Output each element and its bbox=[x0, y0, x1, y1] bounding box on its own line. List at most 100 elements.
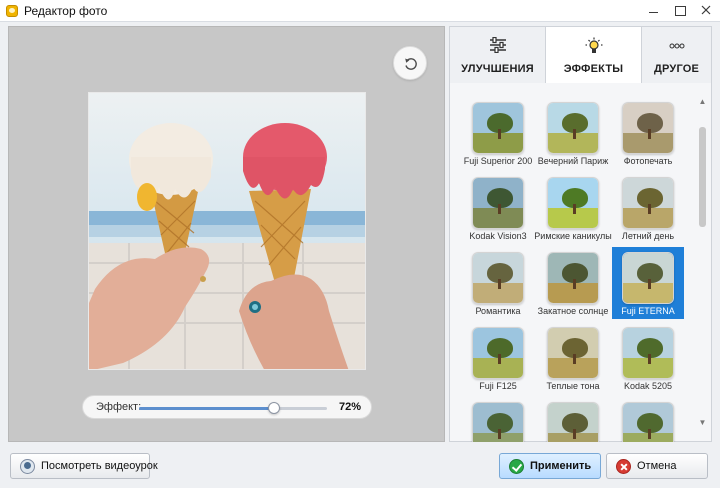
app-icon bbox=[6, 5, 18, 17]
effect-item[interactable]: Kodak 5205 bbox=[612, 322, 684, 394]
effect-item[interactable]: Fuji ETERNA bbox=[612, 247, 684, 319]
effect-item[interactable]: Закатное солнце bbox=[537, 247, 609, 319]
webcam-icon bbox=[20, 459, 35, 474]
tree-trunk bbox=[498, 129, 501, 139]
tree-trunk bbox=[573, 354, 576, 364]
effect-name: Теплые тона bbox=[546, 381, 600, 391]
effects-panel: Fuji Superior 200 Вечерний Париж Фотопечат… bbox=[449, 83, 712, 442]
sliders-icon bbox=[489, 37, 506, 53]
tabs-bar: УЛУЧШЕНИЯ ЭФФЕКТЫ ДРУГОЕ bbox=[449, 26, 712, 84]
effect-thumbnail bbox=[622, 102, 674, 154]
tree-trunk bbox=[648, 279, 651, 289]
tree-trunk bbox=[648, 204, 651, 214]
rotate-icon bbox=[405, 58, 417, 70]
effect-thumbnail bbox=[622, 402, 674, 442]
tree-trunk bbox=[498, 204, 501, 214]
tree-trunk bbox=[573, 204, 576, 214]
effect-item[interactable]: Романтика bbox=[462, 247, 534, 319]
apply-label: Применить bbox=[530, 460, 592, 472]
right-panel: УЛУЧШЕНИЯ ЭФФЕКТЫ ДРУГОЕ Fuji Superior 2… bbox=[449, 26, 712, 442]
effect-name: Романтика bbox=[475, 306, 521, 316]
effect-item[interactable] bbox=[462, 397, 534, 442]
effects-scrollbar[interactable]: ▲ ▼ bbox=[697, 97, 708, 428]
minimize-button[interactable] bbox=[640, 0, 668, 20]
effect-thumbnail bbox=[472, 252, 524, 304]
effect-item[interactable]: Kodak Vision3 bbox=[462, 172, 534, 244]
effect-name: Fuji Superior 200 bbox=[463, 156, 533, 166]
effect-name: Kodak Vision3 bbox=[469, 231, 527, 241]
tab-label: УЛУЧШЕНИЯ bbox=[461, 63, 534, 75]
tree-trunk bbox=[498, 279, 501, 289]
effect-label: Эффект: bbox=[96, 401, 142, 413]
effect-value: 72% bbox=[339, 401, 362, 413]
effect-item[interactable]: Fuji F125 bbox=[462, 322, 534, 394]
maximize-button[interactable] bbox=[666, 0, 694, 20]
tab-enhancements[interactable]: УЛУЧШЕНИЯ bbox=[449, 26, 546, 84]
effect-name: Летний день bbox=[621, 231, 675, 241]
title-bar: Редактор фото bbox=[0, 0, 720, 22]
effect-name: Fuji ETERNA bbox=[621, 306, 675, 316]
tab-effects[interactable]: ЭФФЕКТЫ bbox=[545, 26, 642, 84]
effect-thumbnail bbox=[472, 102, 524, 154]
tab-other[interactable]: ДРУГОЕ bbox=[641, 26, 712, 84]
effect-name: Закатное солнце bbox=[537, 306, 609, 316]
apply-button[interactable]: Применить bbox=[499, 453, 601, 479]
effect-thumbnail bbox=[622, 327, 674, 379]
effect-slider-thumb[interactable] bbox=[268, 402, 281, 414]
tree-trunk bbox=[573, 129, 576, 139]
effect-item[interactable]: Теплые тона bbox=[537, 322, 609, 394]
effect-thumbnail bbox=[622, 252, 674, 304]
effect-name: Вечерний Париж bbox=[537, 156, 609, 166]
tree-trunk bbox=[648, 354, 651, 364]
effect-thumbnail bbox=[472, 327, 524, 379]
effect-thumbnail bbox=[547, 102, 599, 154]
tree-trunk bbox=[498, 354, 501, 364]
scroll-up-arrow[interactable]: ▲ bbox=[697, 97, 708, 107]
cancel-label: Отмена bbox=[637, 460, 677, 472]
cancel-icon bbox=[616, 459, 631, 474]
effect-strength-control: Эффект: 72% bbox=[82, 395, 372, 419]
effect-item[interactable] bbox=[612, 397, 684, 442]
rotate-button[interactable] bbox=[393, 46, 427, 80]
tab-label: ДРУГОЕ bbox=[653, 63, 700, 75]
close-button[interactable] bbox=[692, 0, 720, 20]
tree-trunk bbox=[573, 429, 576, 439]
window-title: Редактор фото bbox=[24, 4, 108, 18]
effect-thumbnail bbox=[547, 252, 599, 304]
scroll-thumb[interactable] bbox=[699, 127, 706, 227]
watch-video-button[interactable]: Посмотреть видеоурок bbox=[10, 453, 158, 479]
tab-label: ЭФФЕКТЫ bbox=[563, 63, 624, 75]
effect-thumbnail bbox=[547, 402, 599, 442]
effect-item[interactable]: Fuji Superior 200 bbox=[462, 97, 534, 169]
effect-thumbnail bbox=[547, 177, 599, 229]
effect-item[interactable]: Фотопечать bbox=[612, 97, 684, 169]
effect-name: Фотопечать bbox=[623, 156, 673, 166]
checkmark-icon bbox=[509, 459, 524, 474]
effect-item[interactable]: Летний день bbox=[612, 172, 684, 244]
cancel-button[interactable]: Отмена bbox=[606, 453, 708, 479]
watch-video-label: Посмотреть видеоурок bbox=[41, 460, 158, 472]
effect-slider[interactable] bbox=[139, 402, 327, 414]
effect-item[interactable] bbox=[537, 397, 609, 442]
tree-trunk bbox=[573, 279, 576, 289]
tree-trunk bbox=[648, 129, 651, 139]
lightbulb-icon bbox=[585, 37, 602, 53]
effect-thumbnail bbox=[472, 402, 524, 442]
effect-thumbnail bbox=[622, 177, 674, 229]
close-icon bbox=[701, 5, 711, 15]
effect-slider-fill bbox=[139, 407, 275, 410]
effects-grid: Fuji Superior 200 Вечерний Париж Фотопечат… bbox=[462, 97, 692, 442]
effect-name: Fuji F125 bbox=[479, 381, 517, 391]
effect-item[interactable]: Вечерний Париж bbox=[537, 97, 609, 169]
effect-name: Римские каникулы bbox=[534, 231, 612, 241]
scroll-down-arrow[interactable]: ▼ bbox=[697, 418, 708, 428]
effect-name: Kodak 5205 bbox=[623, 381, 673, 391]
more-icon bbox=[669, 43, 684, 49]
effect-thumbnail bbox=[547, 327, 599, 379]
tree-trunk bbox=[648, 429, 651, 439]
effect-thumbnail bbox=[472, 177, 524, 229]
photo-image bbox=[88, 92, 366, 370]
photo-preview-area: Эффект: 72% bbox=[8, 26, 445, 442]
effect-item[interactable]: Римские каникулы bbox=[534, 172, 612, 244]
tree-trunk bbox=[498, 429, 501, 439]
